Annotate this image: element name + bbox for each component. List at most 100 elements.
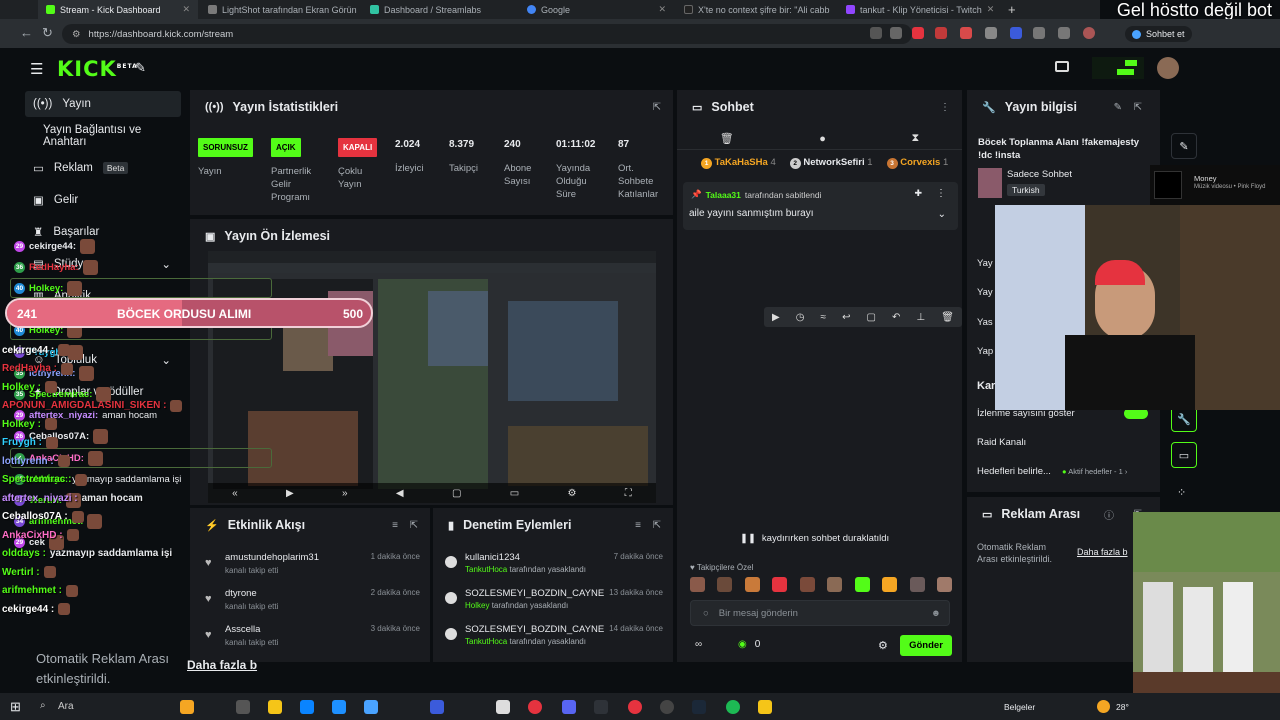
- edit-icon[interactable]: ✎: [1114, 102, 1122, 113]
- play-icon[interactable]: ▶: [772, 312, 780, 323]
- learn-more-link[interactable]: Daha fazla b: [1077, 547, 1128, 557]
- sidebar-item-reklam[interactable]: ▭ Reklam Beta: [25, 155, 181, 181]
- hourglass-icon[interactable]: ⧗: [911, 132, 919, 145]
- reload-icon[interactable]: ↻: [42, 25, 53, 41]
- close-icon[interactable]: ✕: [658, 4, 666, 15]
- chrome-icon[interactable]: [528, 700, 542, 714]
- settings-icon[interactable]: ⚙: [878, 639, 888, 652]
- user-avatar[interactable]: [1157, 57, 1179, 79]
- extension-icon[interactable]: [870, 27, 882, 39]
- chat-username[interactable]: cekirge44:: [29, 241, 76, 252]
- site-info-icon[interactable]: ⚙: [72, 29, 81, 40]
- chat-message[interactable]: 40 Holkey:: [10, 278, 272, 298]
- sidebar-item-yayin[interactable]: ((•)) Yayın: [25, 91, 181, 117]
- emote-icon[interactable]: [936, 577, 952, 592]
- trash-icon[interactable]: 🗑: [941, 312, 954, 323]
- obs-icon[interactable]: [660, 700, 674, 714]
- emote-icon[interactable]: [909, 577, 925, 592]
- emoji-icon[interactable]: ☻: [931, 608, 941, 619]
- emote-icon[interactable]: [882, 577, 898, 592]
- popout-icon[interactable]: ⇱: [410, 520, 418, 531]
- gifter[interactable]: 1 TaKaHaSHa 4: [701, 157, 776, 169]
- tray-documents[interactable]: Belgeler: [1004, 702, 1035, 712]
- emote-icon[interactable]: [827, 577, 843, 592]
- emote-icon[interactable]: [772, 577, 788, 592]
- close-icon[interactable]: ✕: [182, 4, 190, 15]
- clip-icon[interactable]: ▢: [452, 488, 461, 499]
- app-icon[interactable]: [364, 700, 378, 714]
- tab-google[interactable]: Google ✕: [519, 0, 674, 19]
- volume-icon[interactable]: ◀: [396, 488, 404, 499]
- timeout-icon[interactable]: ◷: [796, 312, 805, 323]
- folder-icon[interactable]: [758, 700, 772, 714]
- copy-icon[interactable]: ▢: [867, 312, 876, 323]
- tab-twitch[interactable]: tankut - Klip Yöneticisi - Twitch ✕: [838, 0, 996, 19]
- search-icon[interactable]: ⌕: [40, 700, 46, 711]
- chat-input[interactable]: ○ Bir mesaj gönderin ☻: [690, 600, 950, 626]
- tab-streamlabs[interactable]: Dashboard / Streamlabs: [362, 0, 517, 19]
- spotify-icon[interactable]: [726, 700, 740, 714]
- trash-icon[interactable]: 🗑: [720, 132, 734, 145]
- emote-icon[interactable]: [717, 577, 733, 592]
- raid-label[interactable]: Raid Kanalı: [977, 437, 1026, 448]
- app-icon[interactable]: [496, 700, 510, 714]
- pip-icon[interactable]: ▭: [510, 488, 519, 499]
- app-icon[interactable]: [628, 700, 642, 714]
- send-button[interactable]: Gönder: [900, 635, 952, 656]
- back-icon[interactable]: ←: [20, 25, 33, 40]
- more-icon[interactable]: ⋮: [936, 188, 946, 199]
- layout-icon[interactable]: [1055, 61, 1069, 72]
- pin-icon[interactable]: ✎: [135, 60, 146, 76]
- chat-username[interactable]: Holkey:: [29, 283, 63, 294]
- discord-icon[interactable]: [562, 700, 576, 714]
- steam-icon[interactable]: [692, 700, 706, 714]
- new-tab-button[interactable]: +: [1000, 0, 1020, 19]
- popout-icon[interactable]: ⇱: [653, 102, 661, 113]
- sidebar-item-gelir[interactable]: ▣ Gelir: [25, 187, 181, 213]
- windows-start-icon[interactable]: ⊞: [10, 699, 21, 715]
- tab-lightshot[interactable]: LightShot tarafından Ekran Görün: [200, 0, 360, 19]
- reply-icon[interactable]: ↩: [842, 312, 850, 323]
- menu-icon[interactable]: ☰: [30, 60, 43, 78]
- url-field[interactable]: ⚙ https://dashboard.kick.com/stream: [62, 24, 912, 44]
- app-icon[interactable]: [236, 700, 250, 714]
- chat-message[interactable]: 36 RedHayha:: [14, 257, 276, 277]
- explorer-icon[interactable]: [268, 700, 282, 714]
- more-icon[interactable]: ⋮: [940, 102, 950, 113]
- kick-logo[interactable]: KICKBETA: [57, 57, 138, 81]
- app-icon[interactable]: [180, 700, 194, 714]
- sidebar-item-stream-key[interactable]: Yayın Bağlantısı ve Anahtarı: [25, 123, 181, 149]
- bookmark-icon[interactable]: [890, 27, 902, 39]
- extension-icon[interactable]: [935, 27, 947, 39]
- close-icon[interactable]: ✕: [987, 4, 995, 15]
- emote-icon[interactable]: [854, 577, 870, 592]
- emote-icon[interactable]: [690, 577, 705, 592]
- edge-icon[interactable]: [300, 700, 314, 714]
- tab-x[interactable]: X'te no context şifre bir: "Ali cabb: [676, 0, 836, 19]
- chevron-down-icon[interactable]: ⌄: [938, 209, 946, 220]
- kick-points[interactable]: ◉ 0: [738, 639, 760, 650]
- filter-icon[interactable]: ≡: [635, 520, 641, 531]
- app-icon[interactable]: [430, 700, 444, 714]
- extension-icon[interactable]: [1033, 27, 1045, 39]
- extension-icon[interactable]: [1010, 27, 1022, 39]
- slow-icon[interactable]: ≈: [821, 312, 827, 323]
- info-icon[interactable]: ⓘ: [1104, 507, 1114, 522]
- layout-rail-button[interactable]: ▭: [1171, 442, 1197, 468]
- undo-icon[interactable]: ↶: [892, 312, 900, 323]
- emote-icon[interactable]: [744, 577, 760, 592]
- play-icon[interactable]: ▶: [286, 488, 294, 499]
- extension-icon[interactable]: [960, 27, 972, 39]
- app-icon[interactable]: [332, 700, 346, 714]
- pin-icon[interactable]: ⊥: [916, 312, 925, 323]
- popout-icon[interactable]: ⇱: [1134, 102, 1142, 113]
- extension-icon[interactable]: [985, 27, 997, 39]
- app-icon[interactable]: [594, 700, 608, 714]
- fullscreen-icon[interactable]: ⛶: [625, 488, 632, 499]
- unpin-icon[interactable]: ✚: [914, 188, 922, 199]
- settings-icon[interactable]: ⚙: [567, 488, 576, 499]
- grid-icon[interactable]: ⁘: [1177, 486, 1186, 499]
- emote-icon[interactable]: [799, 577, 815, 592]
- gifter[interactable]: 3 Corvexis 1: [886, 157, 948, 169]
- pinned-message[interactable]: 📌 Talaaa31 tarafından sabitlendi aile yayı…: [683, 182, 958, 230]
